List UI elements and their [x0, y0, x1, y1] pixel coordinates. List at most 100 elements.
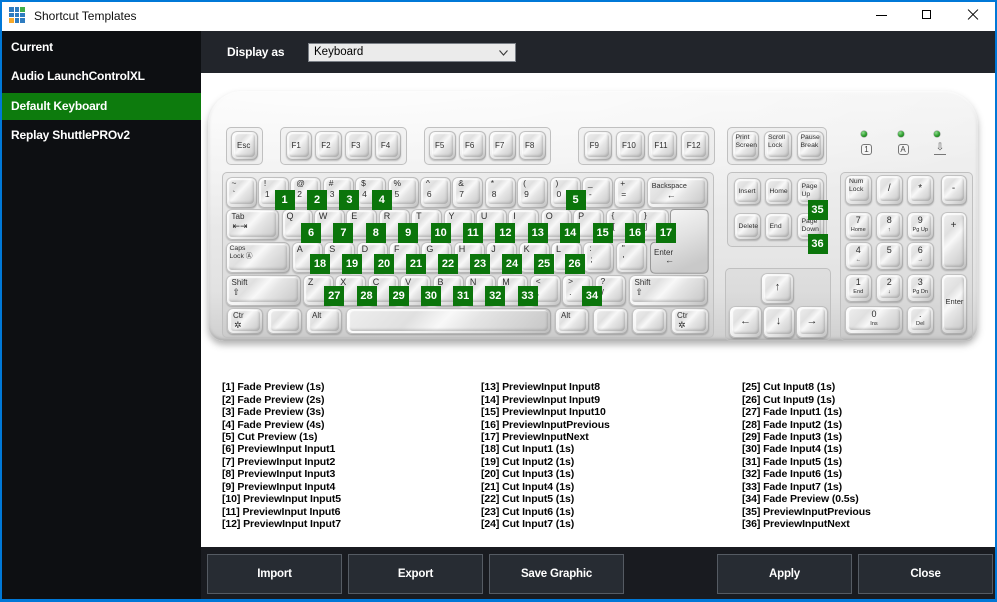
shortcut-key-number-26: 26 [564, 254, 585, 275]
shortcut-list-column-2: [13] PreviewInput Input8 [14] PreviewInpu… [481, 381, 610, 530]
key-num-5-label: 5 [886, 245, 892, 255]
key-a-label: A [296, 244, 303, 255]
key-backtick-label: ` [232, 188, 236, 199]
shortcut-key-number-6: 6 [301, 222, 321, 243]
key-menu [632, 307, 667, 335]
key-win-right [593, 307, 628, 335]
shortcut-entry: [30] Fade Input4 (1s) [742, 443, 842, 456]
import-button[interactable]: Import [207, 553, 342, 594]
key-shift-left-label: Shift [231, 277, 248, 287]
key-bracket-right-label: ] [644, 221, 648, 232]
shortcut-key-number-23: 23 [470, 254, 490, 275]
key-f11-label: F11 [654, 141, 668, 150]
key-tab-label: ⇤⇥ [232, 221, 248, 232]
key-f1-label: F1 [291, 141, 301, 150]
key-equals-label: = [621, 188, 627, 199]
key-end-label: End [769, 223, 782, 230]
shortcut-entry: [33] Fade Input7 (1s) [742, 480, 842, 493]
key-3-label: 3 [329, 188, 335, 199]
led-label-icon: 1 [861, 143, 872, 155]
key-num-4-label: ← [855, 257, 862, 263]
key-esc-label: Esc [237, 141, 251, 150]
key-f10-label: F10 [622, 141, 636, 150]
key-f8: F8 [519, 131, 546, 160]
key-5-label: 5 [394, 188, 400, 199]
key-j-label: J [491, 244, 496, 255]
shortcut-entry: [4] Fade Preview (4s) [222, 418, 325, 431]
key-f7: F7 [489, 131, 516, 160]
shortcut-key-number-31: 31 [453, 285, 474, 306]
close-dialog-button[interactable]: Close [858, 553, 993, 594]
shortcut-entry: [8] PreviewInput Input3 [222, 468, 336, 481]
shortcut-key-number-21: 21 [406, 254, 426, 275]
key-quote: " ' [615, 242, 647, 274]
key-num-1-label: End [853, 289, 864, 295]
key-num-plus: + [940, 211, 967, 270]
key-o-label: O [545, 211, 553, 222]
shortcut-templates-window: Shortcut Templates Current Audio LaunchCo… [0, 0, 997, 602]
key-q-label: Q [286, 211, 294, 222]
shortcut-entry: [20] Cut Input3 (1s) [481, 468, 575, 481]
key-minus-label: - [588, 188, 592, 199]
key-8-label: * [490, 177, 494, 188]
keyboard-led [898, 131, 904, 137]
key-f1: F1 [285, 131, 312, 160]
key-num-divide: / [876, 175, 903, 205]
key-num-multiply-label: * [918, 182, 923, 194]
key-arrow-left: ← [729, 306, 762, 338]
shortcut-entry: [9] PreviewInput Input4 [222, 480, 336, 493]
key-num-9-label: Pg Up [912, 226, 929, 233]
key-num-decimal-label: Del [916, 320, 925, 327]
key-space [346, 307, 551, 335]
key-minus-label: _ [587, 177, 593, 188]
key-num-6-label: 6 [917, 245, 923, 255]
key-num-plus-label: + [950, 219, 957, 231]
key-alt-left-label: Alt [312, 310, 322, 320]
key-num-decimal-label: . [918, 308, 922, 319]
key-num-9-label: 9 [917, 214, 923, 225]
key-shift-right-label: Shift [634, 277, 651, 287]
key-num-8-label: ↑ [887, 226, 891, 233]
key-backspace: Backspace ← [646, 176, 708, 208]
shortcut-key-number-13: 13 [527, 222, 548, 243]
key-arrow-right-label: → [806, 314, 818, 327]
shortcut-key-number-22: 22 [438, 254, 458, 275]
shortcut-entry: [32] Fade Input6 (1s) [742, 468, 842, 481]
save-graphic-button[interactable]: Save Graphic [489, 553, 624, 594]
key-8-label: 8 [491, 188, 497, 199]
key-f4-label: F4 [380, 141, 391, 150]
key-ctrl-right: Ctr ✲ [671, 307, 709, 335]
shortcut-entry: [3] Fade Preview (3s) [222, 406, 325, 419]
key-u-label: U [480, 211, 488, 222]
key-glare [595, 309, 625, 331]
key-backtick: ~ ` [225, 176, 257, 208]
shortcut-key-number-29: 29 [388, 285, 409, 306]
apply-button[interactable]: Apply [717, 553, 852, 594]
shortcut-key-number-14: 14 [560, 222, 581, 243]
key-0-label: 0 [556, 188, 562, 199]
key-f7-label: F7 [495, 141, 505, 150]
key-arrow-up-label: ↑ [774, 281, 781, 294]
shortcut-list-column-3: [25] Cut Input8 (1s) [26] Cut Input9 (1s)… [742, 381, 871, 530]
key-ctrl-left: Ctr ✲ [227, 307, 263, 335]
key-5: % 5 [387, 176, 419, 208]
key-f-label: F [394, 244, 400, 255]
key-num-2: 2 ↓ [876, 274, 903, 302]
shortcut-entry: [21] Cut Input4 (1s) [481, 480, 575, 493]
key-backspace-label: ← [666, 189, 676, 200]
key-ctrl-right-label: ✲ [678, 319, 686, 330]
key-caps-lock-label: Caps Lock Ⓐ [229, 245, 253, 261]
key-4-label: 4 [362, 188, 367, 199]
key-6: ^ 6 [419, 176, 451, 208]
export-button[interactable]: Export [348, 553, 483, 594]
key-w-label: W [318, 211, 328, 222]
shortcut-entry: [22] Cut Input5 (1s) [481, 493, 575, 506]
key-backspace-label: Backspace [651, 180, 687, 190]
shortcut-key-number-2: 2 [307, 189, 327, 210]
key-l-label: L [556, 244, 562, 255]
shortcut-key-number-28: 28 [356, 285, 377, 306]
shortcut-key-number-18: 18 [310, 254, 330, 275]
shortcut-key-number-30: 30 [420, 285, 441, 306]
key-num-1: 1 End [845, 274, 872, 302]
shortcut-entry: [25] Cut Input8 (1s) [742, 381, 836, 394]
